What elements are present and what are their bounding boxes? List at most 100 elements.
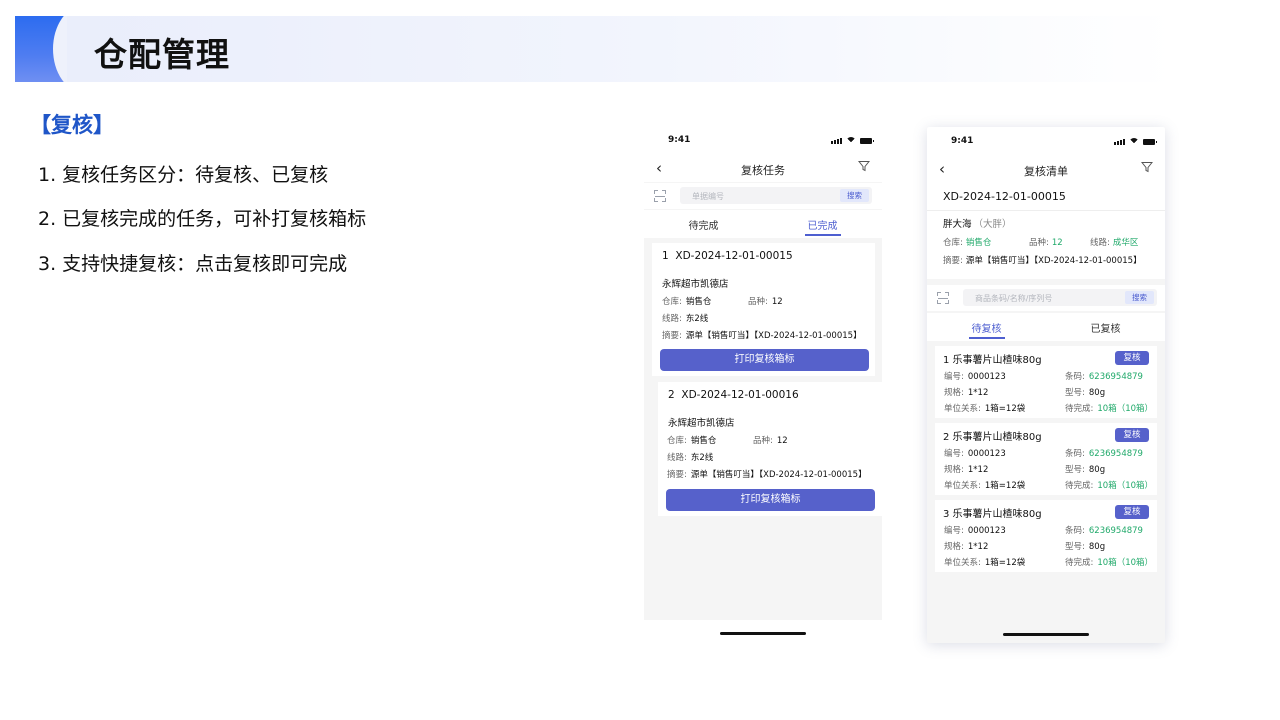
- tab-completed[interactable]: 已完成: [763, 210, 882, 238]
- warehouse-field: 仓库: 销售仓: [667, 436, 717, 446]
- bullet-point-2: 2. 已复核完成的任务，可补打复核箱标: [38, 204, 366, 231]
- spec-field: 规格: 1*12: [944, 465, 989, 475]
- home-indicator: [1003, 633, 1089, 636]
- task-header: 2 XD-2024-12-01-00016: [668, 389, 799, 401]
- bullet-point-3: 3. 支持快捷复核：点击复核即可完成: [38, 249, 347, 276]
- warehouse-field: 仓库: 销售仓: [943, 238, 992, 248]
- barcode-field: 条码: 6236954879: [1065, 372, 1143, 382]
- order-number: XD-2024-12-01-00015: [943, 190, 1066, 203]
- search-row: 单据编号 搜索: [644, 183, 882, 209]
- screen-title: 复核任务: [741, 164, 785, 177]
- status-time: 9:41: [951, 136, 974, 146]
- review-button[interactable]: 复核: [1115, 428, 1149, 442]
- model-field: 型号: 80g: [1065, 465, 1106, 475]
- phone-review-tasks: 9:41 ‹ 复核任务 单据编号 搜索 待完成 已完成 1 XD-2024-12…: [644, 126, 882, 620]
- sku-field: 品种: 12: [753, 436, 788, 446]
- page-title: 仓配管理: [94, 35, 230, 74]
- tab-reviewed[interactable]: 已复核: [1046, 313, 1165, 341]
- task-card[interactable]: 1 XD-2024-12-01-00015 永辉超市凯德店 仓库: 销售仓 品种:…: [652, 243, 875, 376]
- review-item-card: 2 乐事薯片山楂味80g 复核 编号: 0000123 条码: 6236954879…: [935, 423, 1157, 495]
- battery-icon: [860, 138, 874, 144]
- bullet-text: 支持快捷复核：点击复核即可完成: [62, 253, 348, 275]
- search-button[interactable]: 搜索: [840, 189, 869, 202]
- signal-icon: [831, 138, 842, 144]
- item-name: 2 乐事薯片山楂味80g: [943, 432, 1042, 443]
- route-field: 线路: 成华区: [1090, 238, 1139, 248]
- item-name: 3 乐事薯片山楂味80g: [943, 509, 1042, 520]
- unit-field: 单位关系: 1箱=12袋: [944, 404, 1026, 414]
- scan-icon[interactable]: [937, 292, 949, 304]
- battery-icon: [1143, 139, 1157, 145]
- search-button[interactable]: 搜索: [1125, 291, 1154, 304]
- store-name: 永辉超市凯德店: [662, 279, 729, 290]
- filter-icon[interactable]: [1141, 161, 1153, 173]
- item-code-field: 编号: 0000123: [944, 449, 1006, 459]
- order-info-panel: XD-2024-12-01-00015 胖大海 （大胖） 仓库: 销售仓 品种: 12…: [927, 183, 1165, 279]
- pending-field: 待完成: 10箱（10箱）: [1065, 404, 1154, 414]
- divider: [927, 210, 1165, 211]
- tab-bar: 待完成 已完成: [644, 210, 882, 238]
- model-field: 型号: 80g: [1065, 542, 1106, 552]
- item-code-field: 编号: 0000123: [944, 526, 1006, 536]
- wifi-icon: [846, 137, 856, 144]
- unit-field: 单位关系: 1箱=12袋: [944, 481, 1026, 491]
- wifi-icon: [1129, 138, 1139, 145]
- title-accent-shape: [15, 16, 67, 82]
- summary-field: 摘要: 源单【销售叮当】【XD-2024-12-01-00015】: [943, 256, 1142, 266]
- filter-icon[interactable]: [858, 160, 870, 172]
- scan-icon[interactable]: [654, 190, 666, 202]
- bullet-text: 已复核完成的任务，可补打复核箱标: [62, 208, 367, 230]
- item-code-field: 编号: 0000123: [944, 372, 1006, 382]
- sku-field: 品种: 12: [748, 297, 783, 307]
- unit-field: 单位关系: 1箱=12袋: [944, 558, 1026, 568]
- print-box-label-button[interactable]: 打印复核箱标: [660, 349, 869, 371]
- summary-field: 摘要: 源单【销售叮当】【XD-2024-12-01-00015】: [667, 470, 867, 480]
- spec-field: 规格: 1*12: [944, 542, 989, 552]
- barcode-field: 条码: 6236954879: [1065, 526, 1143, 536]
- bullet-text: 复核任务区分：待复核、已复核: [62, 164, 329, 186]
- nav-bar: ‹ 复核清单: [927, 157, 1165, 183]
- print-box-label-button[interactable]: 打印复核箱标: [666, 489, 875, 511]
- review-button[interactable]: 复核: [1115, 351, 1149, 365]
- status-bar: 9:41: [927, 127, 1165, 157]
- screen-title: 复核清单: [1024, 165, 1068, 178]
- status-icons: [1114, 138, 1157, 145]
- status-time: 9:41: [668, 135, 691, 145]
- summary-field: 摘要: 源单【销售叮当】【XD-2024-12-01-00015】: [662, 331, 862, 341]
- status-bar: 9:41: [644, 126, 882, 156]
- warehouse-field: 仓库: 销售仓: [662, 297, 712, 307]
- bullet-number: 2.: [38, 208, 57, 230]
- spec-field: 规格: 1*12: [944, 388, 989, 398]
- tab-bar: 待复核 已复核: [927, 313, 1165, 341]
- signal-icon: [1114, 139, 1125, 145]
- tab-pending-review[interactable]: 待复核: [927, 313, 1046, 341]
- task-header: 1 XD-2024-12-01-00015: [662, 250, 793, 262]
- review-button[interactable]: 复核: [1115, 505, 1149, 519]
- item-name: 1 乐事薯片山楂味80g: [943, 355, 1042, 366]
- barcode-field: 条码: 6236954879: [1065, 449, 1143, 459]
- bullet-number: 1.: [38, 164, 57, 186]
- sku-field: 品种: 12: [1029, 238, 1063, 248]
- tab-pending[interactable]: 待完成: [644, 210, 763, 238]
- store-name: 永辉超市凯德店: [668, 418, 735, 429]
- review-item-card: 3 乐事薯片山楂味80g 复核 编号: 0000123 条码: 6236954879…: [935, 500, 1157, 572]
- model-field: 型号: 80g: [1065, 388, 1106, 398]
- route-field: 线路: 东2线: [662, 314, 709, 324]
- pending-field: 待完成: 10箱（10箱）: [1065, 481, 1154, 491]
- home-indicator: [720, 632, 806, 635]
- search-input[interactable]: 商品条码/名称/序列号 搜索: [963, 289, 1157, 306]
- route-field: 线路: 东2线: [667, 453, 714, 463]
- bullet-number: 3.: [38, 253, 57, 275]
- bullet-point-1: 1. 复核任务区分：待复核、已复核: [38, 160, 328, 187]
- search-input[interactable]: 单据编号 搜索: [680, 187, 872, 204]
- search-placeholder: 商品条码/名称/序列号: [975, 294, 1053, 303]
- task-card[interactable]: 2 XD-2024-12-01-00016 永辉超市凯德店 仓库: 销售仓 品种:…: [658, 382, 882, 516]
- search-row: 商品条码/名称/序列号 搜索: [927, 285, 1165, 311]
- phone-review-list: 9:41 ‹ 复核清单 XD-2024-12-01-00015 胖大海 （大胖） …: [927, 127, 1165, 643]
- search-placeholder: 单据编号: [692, 192, 724, 201]
- section-heading: 【复核】: [30, 113, 114, 137]
- status-icons: [831, 137, 874, 144]
- review-item-card: 1 乐事薯片山楂味80g 复核 编号: 0000123 条码: 6236954879…: [935, 346, 1157, 418]
- pending-field: 待完成: 10箱（10箱）: [1065, 558, 1154, 568]
- customer-name: 胖大海 （大胖）: [943, 219, 1012, 230]
